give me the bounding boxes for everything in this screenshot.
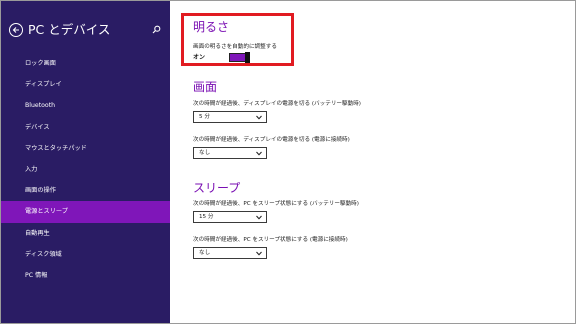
- sleep-plugged-value: なし: [199, 250, 211, 256]
- sidebar-item-mouse-touchpad[interactable]: マウスとタッチパッド: [1, 138, 170, 159]
- chevron-down-icon: [256, 251, 262, 256]
- auto-brightness-label: 画面の明るさを自動的に調整する: [193, 44, 277, 50]
- auto-brightness-state: オン: [193, 54, 206, 61]
- screen-title: 画面: [193, 80, 218, 94]
- screen-plugged-value: なし: [199, 150, 211, 156]
- screen-battery-label: 次の時間が経過後、ディスプレイの電源を切る (バッテリー駆動時): [193, 101, 361, 107]
- sidebar-item-pc-info[interactable]: PC 情報: [1, 265, 170, 286]
- sidebar-item-corners-edges[interactable]: 画面の操作: [1, 180, 170, 201]
- sidebar: PC とデバイス ロック画面 ディスプレイ Bluetooth デバイス マウス…: [1, 1, 170, 323]
- sidebar-item-disk-space[interactable]: ディスク領域: [1, 244, 170, 265]
- sleep-title: スリープ: [193, 181, 241, 195]
- sidebar-item-power-sleep[interactable]: 電源とスリープ: [1, 201, 170, 223]
- auto-brightness-toggle[interactable]: [229, 52, 250, 63]
- sidebar-item-typing[interactable]: 入力: [1, 159, 170, 180]
- sleep-battery-value: 15 分: [199, 214, 214, 220]
- sleep-battery-select[interactable]: 15 分: [193, 211, 267, 223]
- sidebar-item-display[interactable]: ディスプレイ: [1, 74, 170, 95]
- screen-plugged-label: 次の時間が経過後、ディスプレイの電源を切る (電源に接続時): [193, 137, 350, 143]
- back-arrow-icon[interactable]: [9, 23, 23, 37]
- sidebar-item-lock-screen[interactable]: ロック画面: [1, 53, 170, 74]
- chevron-down-icon: [256, 215, 262, 220]
- sleep-battery-label: 次の時間が経過後、PC をスリープ状態にする (バッテリー駆動時): [193, 201, 359, 207]
- sidebar-item-autoplay[interactable]: 自動再生: [1, 223, 170, 244]
- screen-battery-select[interactable]: 5 分: [193, 111, 267, 123]
- chevron-down-icon: [256, 115, 262, 120]
- sidebar-title: PC とデバイス: [28, 22, 111, 37]
- sleep-plugged-select[interactable]: なし: [193, 247, 267, 259]
- chevron-down-icon: [256, 151, 262, 156]
- sidebar-nav: ロック画面 ディスプレイ Bluetooth デバイス マウスとタッチパッド 入…: [1, 53, 170, 286]
- toggle-thumb: [245, 52, 250, 63]
- sidebar-item-devices[interactable]: デバイス: [1, 117, 170, 138]
- screen-battery-value: 5 分: [199, 114, 210, 120]
- sidebar-item-bluetooth[interactable]: Bluetooth: [1, 95, 170, 116]
- screen-plugged-select[interactable]: なし: [193, 147, 267, 159]
- sleep-plugged-label: 次の時間が経過後、PC をスリープ状態にする (電源に接続時): [193, 237, 348, 243]
- search-icon[interactable]: [152, 25, 161, 34]
- brightness-title: 明るさ: [193, 20, 230, 34]
